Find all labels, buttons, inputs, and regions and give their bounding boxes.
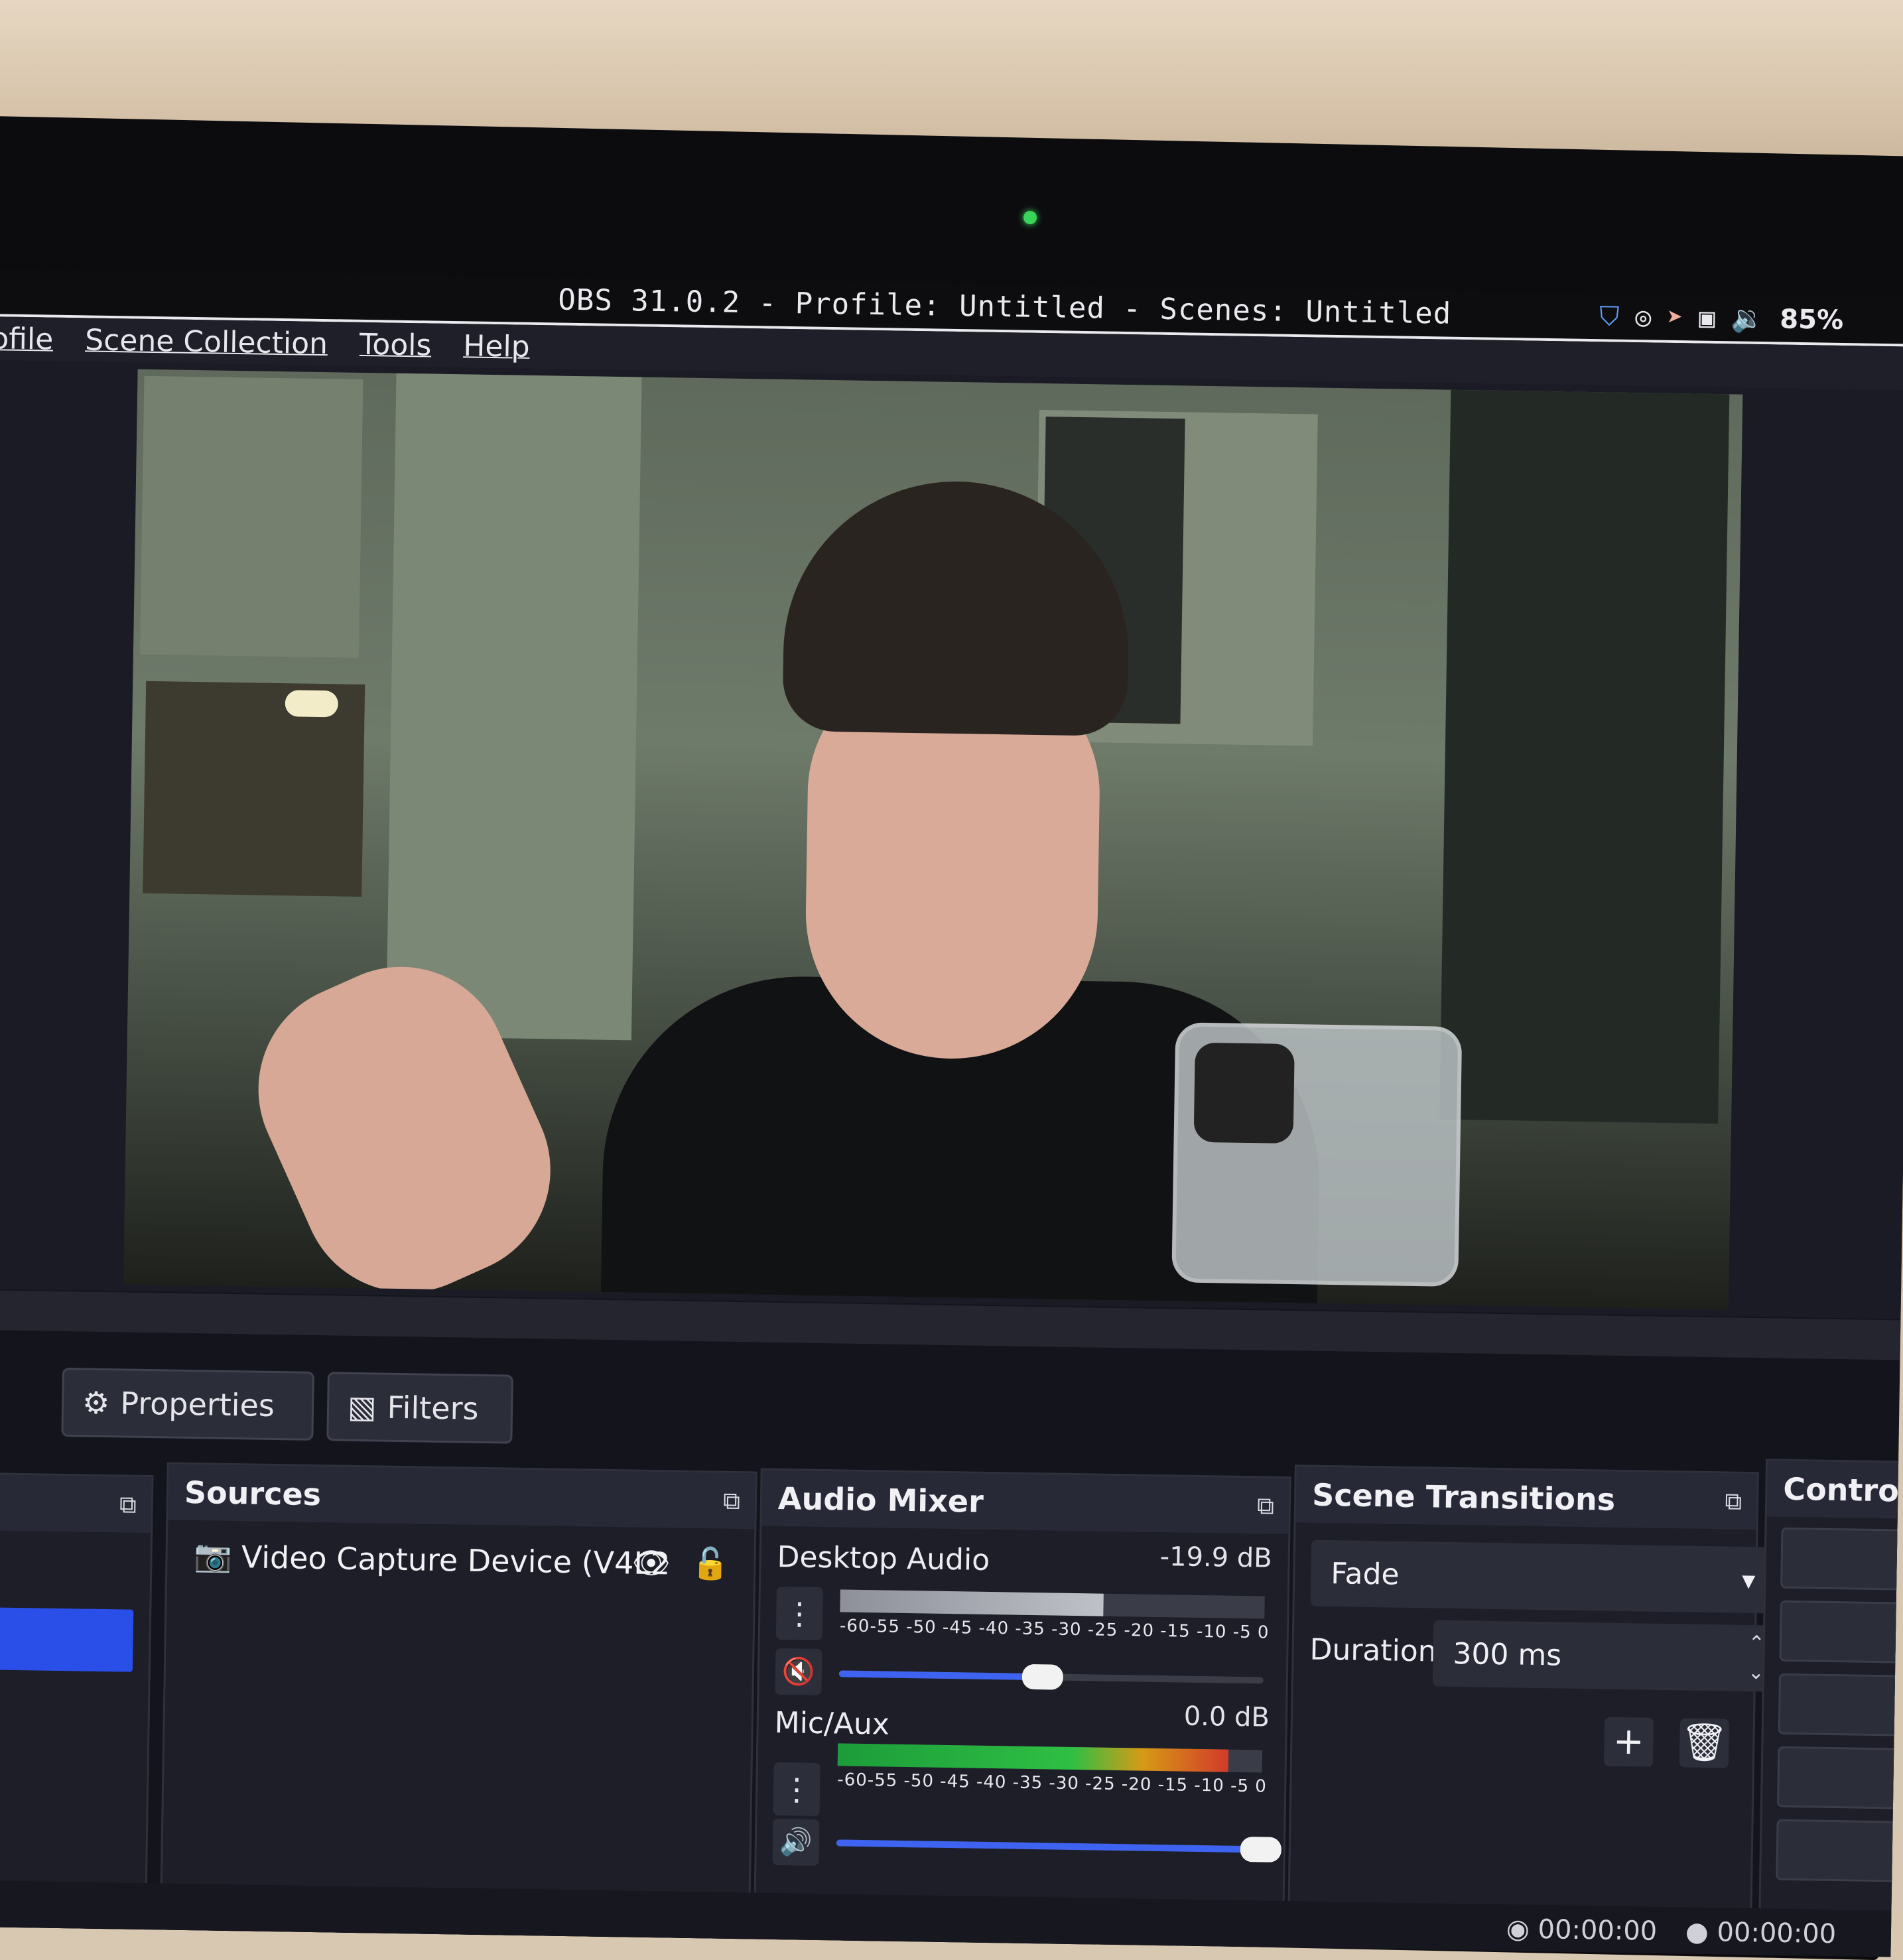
sources-dock: Sources ⧉ 📷 Video Capture Device (V4L2 👁… (159, 1462, 757, 1949)
undock-icon[interactable]: ⧉ (1725, 1488, 1742, 1516)
battery-percent: 85% (1780, 303, 1844, 336)
obs-window: OBS 31.0.2 - Profile: Untitled - Scenes:… (0, 269, 1903, 1957)
channel-db: 0.0 dB (1183, 1701, 1270, 1733)
sources-title: Sources (184, 1474, 322, 1513)
audio-mixer-header: Audio Mixer ⧉ (761, 1470, 1289, 1535)
preview-area (0, 359, 1903, 1319)
scenes-dock-header: ⧉ (0, 1474, 152, 1534)
stream-time: 00:00:00 (1538, 1914, 1658, 1947)
camera-icon: 📷 (194, 1537, 233, 1575)
shield-check-icon[interactable]: ⛉ (1599, 301, 1620, 332)
menu-tools[interactable]: Tools (360, 327, 432, 362)
audio-mixer-title: Audio Mixer (777, 1480, 984, 1520)
record-time: 00:00:00 (1717, 1917, 1837, 1950)
kebab-menu-icon[interactable]: ⋮ (840, 1938, 888, 1957)
meter-scale: -60-55 -50 -45 -40 -35 -30 -25 -20 -15 -… (839, 1616, 1270, 1643)
transition-selected-value: Fade (1330, 1556, 1400, 1592)
volume-icon[interactable]: 🔉 (1731, 302, 1764, 334)
scene-item-selected[interactable] (0, 1606, 134, 1672)
sources-dock-header: Sources ⧉ (168, 1464, 755, 1530)
program-preview[interactable] (123, 369, 1743, 1310)
level-meter-fill (840, 1589, 1104, 1616)
channel-menu-kebab-icon[interactable]: ⋮ (773, 1762, 820, 1817)
control-button[interactable] (1776, 1746, 1903, 1810)
stream-timer: ◉ 00:00:00 (1506, 1914, 1658, 1947)
meter-scale: -60-55 -50 -45 -40 -35 -30 -25 -20 -15 -… (837, 1770, 1268, 1797)
filters-button[interactable]: ▧ Filters (326, 1372, 513, 1444)
filters-label: Filters (387, 1389, 479, 1427)
controls-dock: Controls (1758, 1459, 1903, 1957)
level-meter-fill (837, 1743, 1228, 1772)
control-button[interactable] (1778, 1673, 1903, 1737)
obs-icon[interactable]: ◎ (1635, 302, 1652, 332)
channel-name: Desktop Audio (777, 1539, 990, 1577)
channel-db: -19.9 dB (1159, 1541, 1273, 1574)
controls-header: Controls (1766, 1461, 1903, 1520)
volume-slider-knob[interactable] (1021, 1664, 1064, 1690)
undock-icon[interactable]: ⧉ (723, 1488, 740, 1516)
webcam-indicator-light (1023, 211, 1037, 224)
visibility-eye-icon[interactable]: 👁 (631, 1545, 671, 1582)
source-item[interactable]: 📷 Video Capture Device (V4L2 (194, 1537, 671, 1581)
gear-icon: ⚙ (82, 1384, 110, 1421)
menu-profile[interactable]: ofile (0, 322, 54, 356)
record-timer: ● 00:00:00 (1685, 1916, 1837, 1950)
scene-transitions-dock: Scene Transitions ⧉ Fade ▾ Duration 300 … (1287, 1465, 1799, 1937)
volume-slider-fill (838, 1670, 1043, 1681)
curtain-shape (1439, 389, 1730, 1124)
control-button[interactable] (1780, 1527, 1903, 1591)
muted-speaker-icon[interactable]: 🔇 (775, 1648, 822, 1696)
scene-transitions-header: Scene Transitions ⧉ (1295, 1467, 1757, 1530)
properties-button[interactable]: ⚙ Properties (61, 1367, 314, 1441)
phone-camera-shape (1193, 1042, 1295, 1144)
undock-icon[interactable]: ⧉ (119, 1491, 137, 1519)
menu-help[interactable]: Help (463, 329, 530, 364)
trash-icon[interactable]: 🗑 (1679, 1718, 1729, 1768)
duration-label: Duration (1309, 1632, 1437, 1669)
cabinet-shape (139, 375, 363, 658)
lock-icon[interactable]: 🔓 (691, 1545, 730, 1583)
undock-icon[interactable]: ⧉ (1257, 1492, 1274, 1520)
scenes-dock: ⧉ (0, 1472, 154, 1940)
source-label: Video Capture Device (V4L2 (241, 1538, 671, 1581)
window-title: OBS 31.0.2 - Profile: Untitled - Scenes:… (557, 283, 1452, 331)
speaker-icon[interactable]: 🔊 (772, 1818, 820, 1866)
channel-menu-kebab-icon[interactable]: ⋮ (775, 1586, 823, 1641)
add-icon[interactable]: + (1603, 1717, 1654, 1767)
screen-icon[interactable]: ▣ (1699, 302, 1715, 333)
level-meter (840, 1589, 1265, 1619)
duration-value: 300 ms (1453, 1636, 1562, 1673)
system-tray: ⛉ ◎ ➤ ▣ 🔉 85% (1599, 300, 1844, 336)
level-meter (837, 1743, 1263, 1773)
transition-select[interactable]: Fade ▾ (1310, 1539, 1776, 1614)
volume-slider-fill (836, 1839, 1261, 1853)
filters-icon: ▧ (347, 1388, 377, 1425)
controls-title: Controls (1783, 1470, 1903, 1510)
gear-icon[interactable]: ⚙ (767, 1937, 815, 1957)
cabinet-shape (385, 373, 642, 1041)
send-icon[interactable]: ➤ (1667, 302, 1683, 332)
duration-spinbox[interactable]: 300 ms ⌃ ⌄ (1432, 1620, 1779, 1692)
properties-label: Properties (119, 1385, 275, 1424)
audio-mixer-dock: Audio Mixer ⧉ Desktop Audio -19.9 dB ⋮ -… (753, 1468, 1291, 1957)
scene-transitions-title: Scene Transitions (1311, 1476, 1616, 1518)
volume-slider-knob[interactable] (1240, 1836, 1282, 1862)
menu-scene-collection[interactable]: Scene Collection (85, 323, 328, 361)
chevron-down-icon: ▾ (1741, 1565, 1756, 1597)
lamp-shape (285, 690, 339, 718)
channel-name: Mic/Aux (774, 1705, 890, 1742)
control-button[interactable] (1776, 1819, 1903, 1883)
control-button[interactable] (1779, 1600, 1903, 1664)
